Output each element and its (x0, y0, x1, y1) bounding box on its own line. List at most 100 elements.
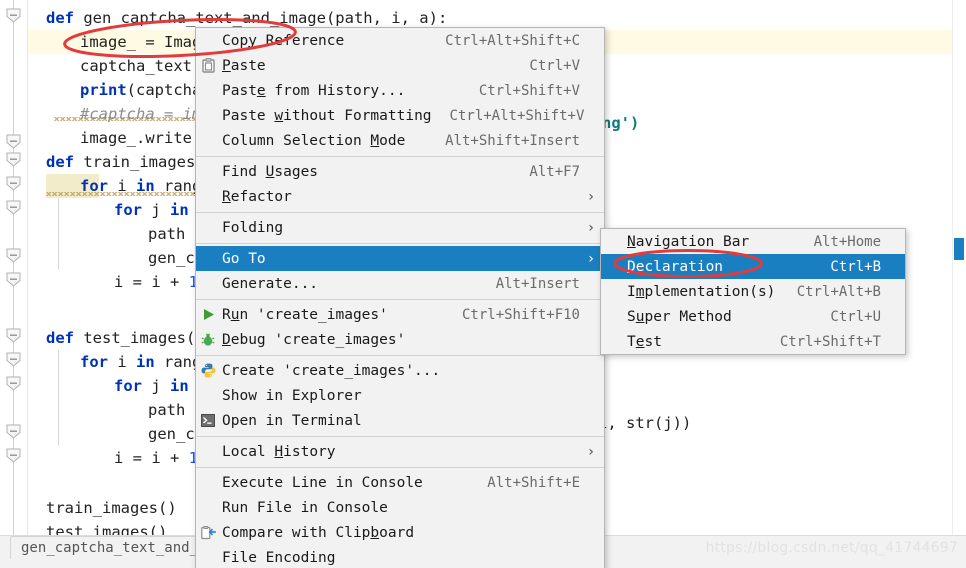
menu-item-icon-slot (196, 470, 220, 495)
menu-item-run-file-in-console[interactable]: Run File in Console (196, 495, 604, 520)
debug-icon (196, 327, 220, 352)
code-line[interactable]: #captcha = ima (80, 102, 211, 126)
menu-item-label: Copy Reference (222, 32, 345, 49)
menu-item-declaration[interactable]: Declaration Ctrl+B (601, 254, 905, 279)
menu-item-folding[interactable]: Folding › (196, 215, 604, 240)
menu-item-shortcut: Alt+Insert (495, 275, 580, 292)
code-line[interactable]: def test_images(): (46, 326, 214, 350)
code-line[interactable]: image_ = Image (80, 30, 211, 54)
menu-item-icon-slot (196, 128, 220, 153)
fold-marker[interactable] (6, 8, 21, 23)
menu-item-compare-with-clipboard[interactable]: Compare with Clipboard (196, 520, 604, 545)
fold-marker[interactable] (6, 328, 21, 343)
editor-scrollbar[interactable] (952, 0, 966, 536)
menu-item-label: Paste (222, 57, 266, 74)
code-fragment[interactable]: i, str(j)) (598, 411, 691, 435)
menu-item-paste-from-history[interactable]: Paste from History... Ctrl+Shift+V (196, 78, 604, 103)
python-icon (196, 358, 220, 383)
code-line[interactable]: i = i + 1 (114, 446, 198, 470)
menu-item-find-usages[interactable]: Find Usages Alt+F7 (196, 159, 604, 184)
menu-item-debug-create-images[interactable]: Debug 'create_images' (196, 327, 604, 352)
menu-item-label: Column Selection Mode (222, 132, 406, 149)
code-line[interactable]: train_images() (46, 496, 177, 520)
menu-item-column-selection-mode[interactable]: Column Selection Mode Alt+Shift+Insert (196, 128, 604, 153)
menu-item-file-encoding[interactable]: File Encoding (196, 545, 604, 568)
menu-item-label: Local History (222, 443, 336, 460)
menu-item-label: Find Usages (222, 163, 319, 180)
menu-item-icon-slot (601, 229, 625, 254)
menu-item-label: Implementation(s) (627, 283, 776, 300)
menu-item-label: Run File in Console (222, 499, 388, 516)
menu-item-shortcut: Ctrl+B (830, 258, 881, 275)
menu-item-execute-line-in-console[interactable]: Execute Line in Console Alt+Shift+E (196, 470, 604, 495)
code-line[interactable]: for j in r (114, 198, 207, 222)
code-line[interactable]: i = i + 1 (114, 270, 198, 294)
code-line[interactable]: def train_images() (46, 150, 214, 174)
menu-item-copy-reference[interactable]: Copy Reference Ctrl+Alt+Shift+C (196, 28, 604, 53)
menu-item-paste[interactable]: Paste Ctrl+V (196, 53, 604, 78)
indent-guide (58, 350, 59, 446)
menu-item-run-create-images[interactable]: Run 'create_images' Ctrl+Shift+F10 (196, 302, 604, 327)
menu-item-generate[interactable]: Generate... Alt+Insert (196, 271, 604, 296)
chevron-right-icon: › (586, 443, 596, 460)
menu-item-shortcut: Ctrl+U (830, 308, 881, 325)
fold-marker[interactable] (6, 176, 21, 191)
code-line[interactable]: for i in range (80, 350, 211, 374)
menu-item-paste-without-formatting[interactable]: Paste without Formatting Ctrl+Alt+Shift+V (196, 103, 604, 128)
menu-item-label: Refactor (222, 188, 292, 205)
editor-context-menu[interactable]: Copy Reference Ctrl+Alt+Shift+C Paste Ctrl+… (195, 27, 605, 568)
fold-marker[interactable] (6, 152, 21, 167)
fold-marker[interactable] (6, 376, 21, 391)
menu-item-icon-slot (196, 184, 220, 209)
menu-separator (196, 299, 604, 300)
go-to-submenu[interactable]: Navigation Bar Alt+Home Declaration Ctrl+B I… (600, 228, 906, 355)
fold-marker[interactable] (6, 248, 21, 263)
menu-item-icon-slot (196, 495, 220, 520)
code-line[interactable]: image_.write(a (80, 126, 211, 150)
menu-item-navigation-bar[interactable]: Navigation Bar Alt+Home (601, 229, 905, 254)
menu-item-shortcut: Alt+F7 (529, 163, 580, 180)
fold-marker[interactable] (6, 352, 21, 367)
ide-window: def gen_captcha_text_and_image(path, i, … (0, 0, 966, 568)
fold-marker[interactable] (6, 424, 21, 439)
menu-item-icon-slot (196, 215, 220, 240)
menu-item-label: Super Method (627, 308, 732, 325)
menu-item-label: Debug 'create_images' (222, 331, 406, 348)
fold-marker[interactable] (6, 134, 21, 149)
menu-item-label: Paste without Formatting (222, 107, 432, 124)
code-line[interactable]: for j in r (114, 374, 207, 398)
menu-item-local-history[interactable]: Local History › (196, 439, 604, 464)
menu-separator (196, 212, 604, 213)
watermark-text: https://blog.csdn.net/qq_41744697 (705, 540, 958, 556)
breadcrumb[interactable]: gen_captcha_text_and_i (10, 536, 218, 559)
menu-item-show-in-explorer[interactable]: Show in Explorer (196, 383, 604, 408)
menu-item-open-in-terminal[interactable]: Open in Terminal (196, 408, 604, 433)
code-line[interactable]: print(captcha_ (80, 78, 211, 102)
menu-item-create-create-images[interactable]: Create 'create_images'... (196, 358, 604, 383)
chevron-right-icon: › (586, 250, 596, 267)
code-line[interactable]: captcha_text = (80, 54, 211, 78)
menu-item-shortcut: Ctrl+Alt+B (796, 283, 881, 300)
menu-item-shortcut: Ctrl+Alt+Shift+V (449, 107, 585, 124)
code-line[interactable]: for i in range (80, 174, 211, 198)
menu-item-icon-slot (196, 246, 220, 271)
menu-item-shortcut: Alt+Home (813, 233, 881, 250)
fold-marker[interactable] (6, 448, 21, 463)
menu-item-icon-slot (196, 78, 220, 103)
menu-item-label: Show in Explorer (222, 387, 362, 404)
fold-marker[interactable] (6, 200, 21, 215)
code-fragment[interactable]: ng') (602, 111, 639, 135)
menu-item-go-to[interactable]: Go To › (196, 246, 604, 271)
menu-item-shortcut: Alt+Shift+Insert (445, 132, 580, 149)
menu-separator (196, 436, 604, 437)
menu-item-label: Paste from History... (222, 82, 406, 99)
chevron-right-icon: › (586, 219, 596, 236)
menu-item-refactor[interactable]: Refactor › (196, 184, 604, 209)
menu-item-icon-slot (196, 439, 220, 464)
menu-item-icon-slot (196, 271, 220, 296)
editor-gutter[interactable] (0, 0, 28, 536)
menu-item-test[interactable]: Test Ctrl+Shift+T (601, 329, 905, 354)
menu-item-implementations[interactable]: Implementation(s) Ctrl+Alt+B (601, 279, 905, 304)
menu-item-super-method[interactable]: Super Method Ctrl+U (601, 304, 905, 329)
fold-marker[interactable] (6, 272, 21, 287)
